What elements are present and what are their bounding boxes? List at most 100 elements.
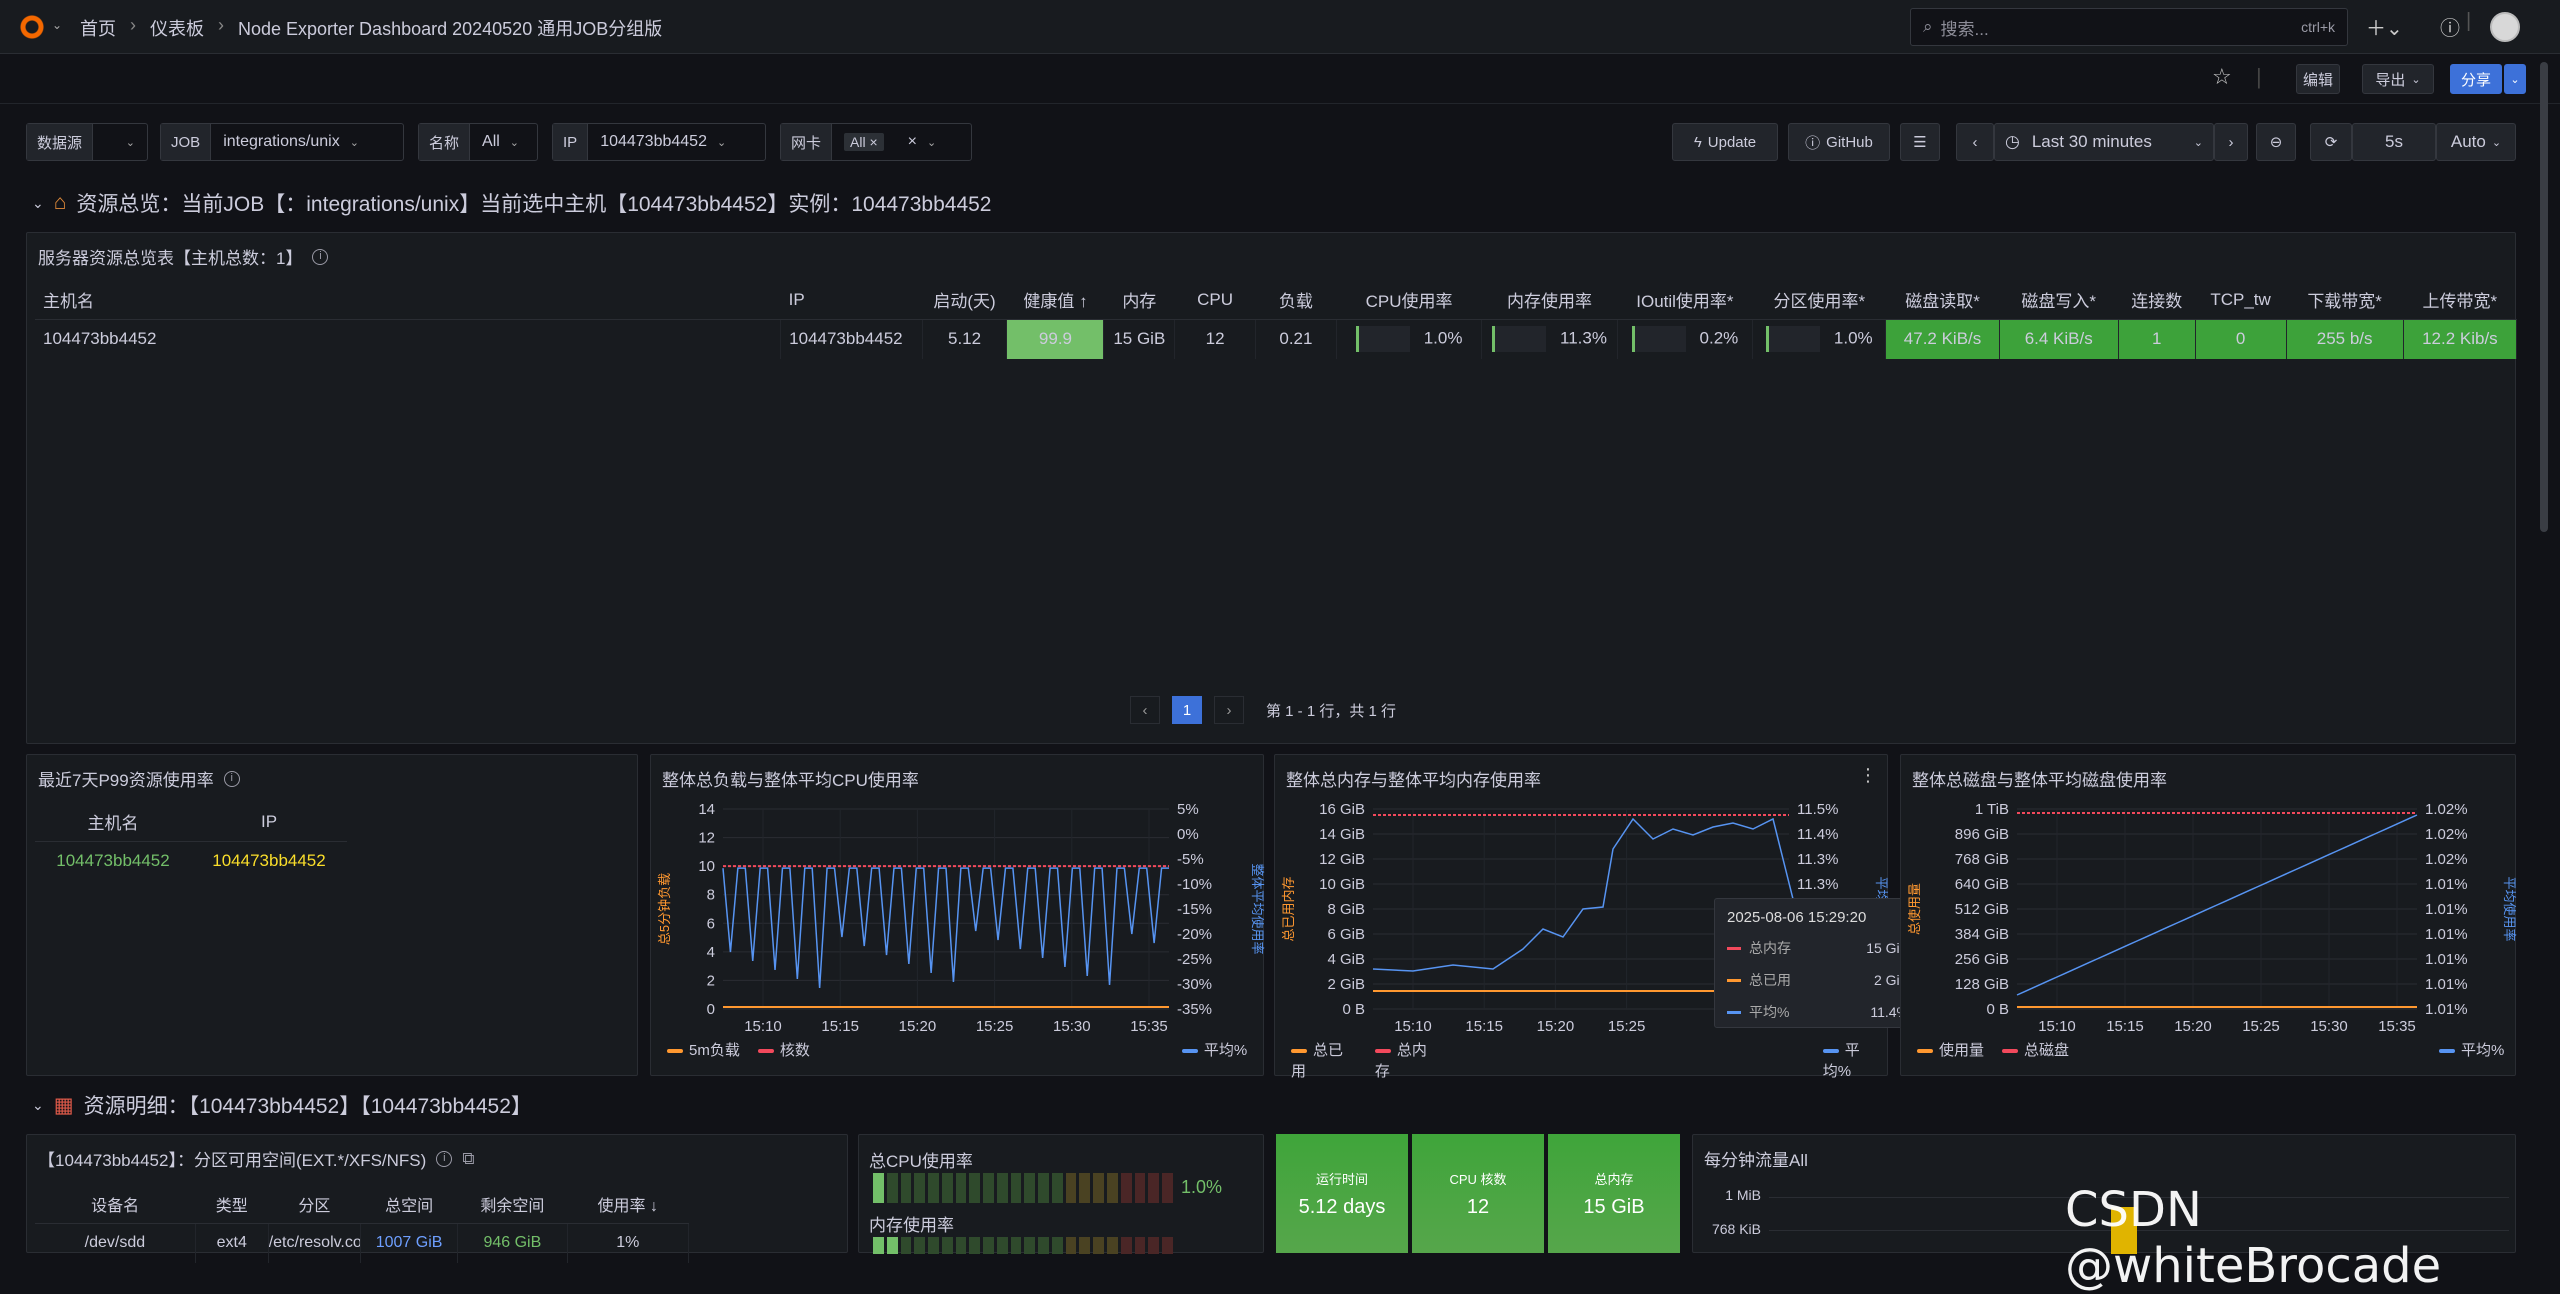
variable-ip[interactable]: IP 104473bb4452 ⌄ [552, 123, 766, 161]
refresh-icon[interactable]: ⟳ [2310, 123, 2352, 161]
variable-label: IP [553, 124, 589, 160]
y-tick-label: 10 [698, 858, 715, 875]
col-header-14[interactable]: TCP_tw [2195, 281, 2287, 320]
col-header-10[interactable]: 分区使用率* [1752, 281, 1886, 320]
info-icon[interactable]: i [312, 248, 329, 265]
page-1-button[interactable]: 1 [1172, 696, 1202, 724]
y2-tick-label: -10% [1177, 876, 1212, 893]
gauge-cell [1107, 1237, 1118, 1254]
col-header-3[interactable]: 健康值 ↑ [1006, 281, 1104, 320]
clear-icon[interactable]: × [908, 133, 917, 151]
col-header-5[interactable]: CPU [1174, 281, 1256, 320]
x-tick-label: 15:15 [821, 1018, 859, 1035]
breadcrumb-home[interactable]: 首页 [80, 15, 116, 41]
table-row[interactable]: /dev/sddext4/etc/resolv.conf1007 GiB946 … [35, 1223, 689, 1263]
uptime-stat[interactable]: 运行时间 5.12 days [1276, 1134, 1408, 1253]
nic-chip[interactable]: All × [844, 133, 884, 151]
col-header-4[interactable]: 内存 [1103, 281, 1175, 320]
col-header-4[interactable]: 剩余空间 [457, 1185, 567, 1224]
col-ip[interactable]: IP [191, 803, 347, 842]
total-memory-stat[interactable]: 总内存 15 GiB [1548, 1134, 1680, 1253]
legend-item[interactable]: 核数 [757, 1039, 810, 1060]
row-detail-header[interactable]: ⌄ ▦ 资源明细：【104473bb4452】【104473bb4452】 [32, 1090, 532, 1120]
disk-chart[interactable]: 1 TiB 896 GiB 768 GiB 640 GiB 512 GiB 384 GiB… [1901, 799, 2517, 1045]
info-icon[interactable]: i [223, 770, 240, 787]
auto-refresh-picker[interactable]: Auto ⌄ [2436, 123, 2516, 161]
variable-nic[interactable]: 网卡 All × × ⌄ [780, 123, 972, 161]
update-button[interactable]: ϟ Update [1672, 123, 1778, 161]
scrollbar[interactable] [2540, 62, 2548, 532]
time-back-button[interactable]: ‹ [1956, 123, 1994, 161]
legend-item[interactable]: 总磁盘 [2002, 1039, 2069, 1060]
legend-item[interactable]: 平均% [1181, 1039, 1247, 1060]
col-header-9[interactable]: IOutil使用率* [1617, 281, 1753, 320]
col-header-8[interactable]: 内存使用率 [1481, 281, 1618, 320]
table-row[interactable]: 104473bb4452 104473bb4452 [35, 841, 347, 881]
cell-5: 1% [567, 1223, 689, 1263]
col-header-16[interactable]: 上传带宽* [2403, 281, 2517, 320]
panel-title: 整体总内存与整体平均内存使用率 [1286, 771, 1541, 790]
col-header-0[interactable]: 设备名 [35, 1185, 196, 1224]
refresh-interval[interactable]: 5s [2352, 123, 2436, 161]
breadcrumb-current: Node Exporter Dashboard 20240520 通用JOB分组… [238, 19, 663, 39]
legend-item[interactable]: 总已用 [1291, 1039, 1357, 1081]
col-header-2[interactable]: 启动(天) [922, 281, 1007, 320]
stat-label: 总内存 [1594, 1171, 1634, 1187]
export-button[interactable]: 导出 ⌄ [2362, 64, 2434, 94]
col-header-3[interactable]: 总空间 [360, 1185, 458, 1224]
col-header-0[interactable]: 主机名 [35, 281, 781, 320]
cpu-cores-stat[interactable]: CPU 核数 12 [1412, 1134, 1544, 1253]
col-header-15[interactable]: 下载带宽* [2286, 281, 2404, 320]
star-icon[interactable]: ☆ [2212, 64, 2232, 90]
next-page-button[interactable]: › [1214, 696, 1244, 724]
variable-name[interactable]: 名称 All ⌄ [418, 123, 538, 161]
col-header-1[interactable]: IP [780, 281, 923, 320]
legend-item[interactable]: 平均% [2439, 1039, 2504, 1060]
prev-page-button[interactable]: ‹ [1130, 696, 1160, 724]
menu-icon[interactable]: ☰ [1900, 123, 1940, 161]
info-icon[interactable]: i [436, 1150, 453, 1167]
chevron-down-icon[interactable]: ⌄ [52, 18, 62, 32]
legend-item[interactable]: 平均% [1822, 1039, 1887, 1081]
col-header-11[interactable]: 磁盘读取* [1885, 281, 2000, 320]
variable-job[interactable]: JOB integrations/unix ⌄ [160, 123, 404, 161]
time-range-picker[interactable]: ◷ Last 30 minutes ⌄ [1994, 123, 2214, 161]
variable-value: All ⌄ [470, 124, 531, 160]
avatar[interactable] [2490, 12, 2520, 42]
share-button[interactable]: 分享 [2450, 64, 2502, 94]
col-header-2[interactable]: 分区 [268, 1185, 361, 1224]
search-icon: ⌕ [1923, 17, 1933, 36]
plus-icon[interactable]: ＋⌄ [2366, 12, 2403, 41]
row-overview-header[interactable]: ⌄ ⌂ 资源总览：当前JOB【：integrations/unix】当前选中主机… [32, 188, 992, 218]
variable-datasource[interactable]: 数据源 ⌄ [26, 123, 148, 161]
share-dropdown-button[interactable]: ⌄ [2504, 64, 2526, 94]
help-icon[interactable]: ⓘ [2440, 12, 2460, 41]
legend-item[interactable]: 5m负载 [667, 1039, 740, 1060]
col-header-13[interactable]: 连接数 [2118, 281, 2196, 320]
grafana-logo-icon[interactable] [18, 13, 46, 41]
legend-item[interactable]: 总内存 [1374, 1039, 1441, 1081]
edit-button[interactable]: 编辑 [2296, 64, 2340, 94]
search-input[interactable]: ⌕ 搜索... ctrl+k [1910, 8, 2348, 46]
col-header-5[interactable]: 使用率 ↓ [567, 1185, 689, 1224]
table-header: 主机名 IP 启动(天) 健康值 ↑ 内存 CPU 负载 CPU使用率 内存使用率 IOutil使… [35, 281, 2517, 320]
cpu-load-chart[interactable]: 14 12 10 8 6 4 2 0 5% 0% -5% -10% -15% -20% -25% -30% -3… [651, 799, 1265, 1045]
github-button[interactable]: ⓘ GitHub [1788, 123, 1890, 161]
time-forward-button[interactable]: › [2214, 123, 2248, 161]
external-link-icon[interactable]: ⧉ [462, 1149, 474, 1169]
col-hostname[interactable]: 主机名 [35, 803, 191, 842]
zoom-out-icon[interactable]: ⊖ [2256, 123, 2296, 161]
legend-item[interactable]: 使用量 [1917, 1039, 1984, 1060]
col-header-7[interactable]: CPU使用率 [1336, 281, 1482, 320]
breadcrumb-dashboards[interactable]: 仪表板 [150, 15, 204, 41]
panel-menu-icon[interactable]: ⋮ [1859, 765, 1877, 786]
cell-6: 0.21 [1255, 319, 1337, 359]
y-tick-label: 4 GiB [1327, 951, 1365, 968]
y-tick-label: 12 [698, 830, 715, 847]
col-header-1[interactable]: 类型 [195, 1185, 269, 1224]
table-row[interactable]: 104473bb4452 104473bb4452 5.12 99.9 15 GiB 12… [35, 319, 2518, 359]
search-shortcut: ctrl+k [2301, 19, 2335, 35]
col-header-12[interactable]: 磁盘写入* [1999, 281, 2119, 320]
legend-label: 总已用 [1291, 1042, 1344, 1080]
col-header-6[interactable]: 负载 [1255, 281, 1337, 320]
